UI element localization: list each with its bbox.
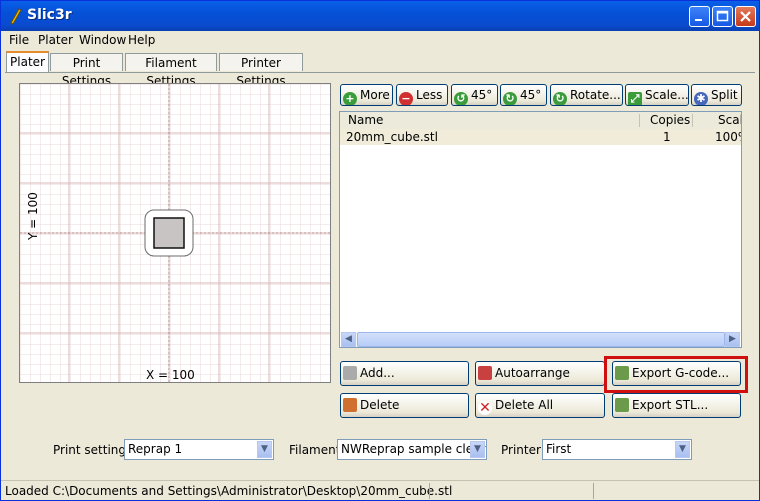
export-stl-icon	[615, 398, 629, 412]
scale-label: Scale...	[645, 88, 689, 102]
more-button[interactable]: + More	[340, 84, 393, 106]
rotate-right-label: 45°	[520, 88, 542, 102]
printer-value: First	[546, 442, 572, 456]
split-icon: ✱	[694, 92, 708, 105]
close-button[interactable]	[735, 6, 756, 27]
column-divider	[639, 114, 640, 127]
delete-button[interactable]: Delete	[340, 393, 469, 418]
title-bar[interactable]: Slic3r	[1, 1, 759, 31]
delete-icon	[343, 398, 357, 412]
autoarrange-button[interactable]: Autoarrange	[475, 361, 605, 386]
rotate-button[interactable]: ↻ Rotate...	[550, 84, 623, 106]
printer-label: Printer:	[501, 443, 545, 457]
add-label: Add...	[360, 366, 395, 380]
object-list[interactable]: Name Copies Scale 20mm_cube.stl 1 100% ◀…	[339, 111, 742, 348]
tab-plater[interactable]: Plater	[6, 51, 49, 72]
scale-button[interactable]: ⤢ Scale...	[625, 84, 689, 106]
column-name[interactable]: Name	[348, 113, 383, 127]
menu-window[interactable]: Window	[79, 33, 126, 47]
delete-all-icon: ✕	[478, 400, 492, 416]
status-divider	[429, 483, 430, 499]
print-settings-value: Reprap 1	[128, 442, 183, 456]
print-bed-canvas[interactable]: X = 100 Y = 100	[19, 83, 331, 383]
rotate-cw-icon: ↻	[503, 92, 517, 105]
scrollbar-thumb[interactable]	[357, 332, 725, 347]
row-copies: 1	[663, 130, 671, 144]
export-stl-label: Export STL...	[632, 398, 709, 412]
highlight-box	[604, 356, 748, 393]
status-text: Loaded C:\Documents and Settings\Adminis…	[5, 484, 453, 498]
rotate-icon: ↻	[553, 92, 567, 105]
delete-all-button[interactable]: ✕ Delete All	[475, 393, 605, 418]
window-title: Slic3r	[27, 7, 72, 23]
autoarrange-icon	[478, 366, 492, 380]
status-divider	[593, 483, 594, 499]
menu-file[interactable]: File	[9, 33, 29, 47]
split-label: Split	[711, 88, 738, 102]
filament-value: NWReprap sample clear	[341, 442, 486, 456]
minimize-button[interactable]	[689, 6, 710, 27]
menu-help[interactable]: Help	[128, 33, 155, 47]
autoarrange-label: Autoarrange	[495, 366, 570, 380]
rotate-left-button[interactable]: ↺ 45°	[451, 84, 498, 106]
cube-object[interactable]	[144, 209, 196, 259]
table-row[interactable]: 20mm_cube.stl 1 100%	[340, 129, 741, 145]
x-axis-label: X = 100	[146, 368, 195, 382]
scale-icon: ⤢	[628, 92, 642, 105]
less-button[interactable]: − Less	[396, 84, 448, 106]
chevron-down-icon[interactable]: ▼	[675, 441, 690, 458]
delete-all-label: Delete All	[495, 398, 554, 412]
tab-filament-settings[interactable]: Filament Settings	[125, 53, 217, 88]
row-name: 20mm_cube.stl	[346, 130, 438, 144]
add-circle-icon: +	[343, 92, 357, 105]
split-button[interactable]: ✱ Split	[691, 84, 742, 106]
tab-print-settings[interactable]: Print Settings	[50, 53, 123, 88]
scroll-right-icon[interactable]: ▶	[725, 332, 740, 347]
maximize-button[interactable]	[712, 6, 733, 27]
delete-label: Delete	[360, 398, 400, 412]
column-scale[interactable]: Scale	[718, 113, 741, 127]
rotate-right-button[interactable]: ↻ 45°	[500, 84, 547, 106]
chevron-down-icon[interactable]: ▼	[257, 441, 272, 458]
app-window: Slic3r File Plater Window Help Plater Pr…	[0, 0, 760, 501]
filament-select[interactable]: NWReprap sample clear ▼	[337, 439, 487, 460]
y-axis-label: Y = 100	[26, 192, 40, 240]
rotate-label: Rotate...	[570, 88, 621, 102]
rotate-left-label: 45°	[471, 88, 493, 102]
export-stl-button[interactable]: Export STL...	[612, 393, 741, 418]
add-button[interactable]: Add...	[340, 361, 469, 386]
rotate-ccw-icon: ↺	[454, 92, 468, 105]
remove-circle-icon: −	[399, 92, 413, 105]
printer-select[interactable]: First ▼	[542, 439, 692, 460]
more-label: More	[360, 88, 390, 102]
menu-bar: File Plater Window Help	[1, 31, 759, 49]
object-list-header: Name Copies Scale	[340, 112, 741, 130]
chevron-down-icon[interactable]: ▼	[470, 441, 485, 458]
print-settings-select[interactable]: Reprap 1 ▼	[124, 439, 274, 460]
minimize-icon	[695, 19, 702, 21]
row-scale: 100%	[715, 130, 741, 144]
horizontal-scrollbar[interactable]: ◀ ▶	[341, 332, 740, 347]
close-icon	[740, 11, 751, 22]
column-copies[interactable]: Copies	[650, 113, 690, 127]
status-bar: Loaded C:\Documents and Settings\Adminis…	[1, 480, 759, 500]
less-label: Less	[416, 88, 443, 102]
tab-printer-settings[interactable]: Printer Settings	[219, 53, 303, 88]
menu-plater[interactable]: Plater	[38, 33, 73, 47]
add-object-icon	[343, 366, 357, 380]
maximize-icon	[716, 10, 729, 22]
column-divider	[692, 114, 693, 127]
slic3r-logo-icon	[10, 8, 22, 25]
scroll-left-icon[interactable]: ◀	[341, 332, 356, 347]
